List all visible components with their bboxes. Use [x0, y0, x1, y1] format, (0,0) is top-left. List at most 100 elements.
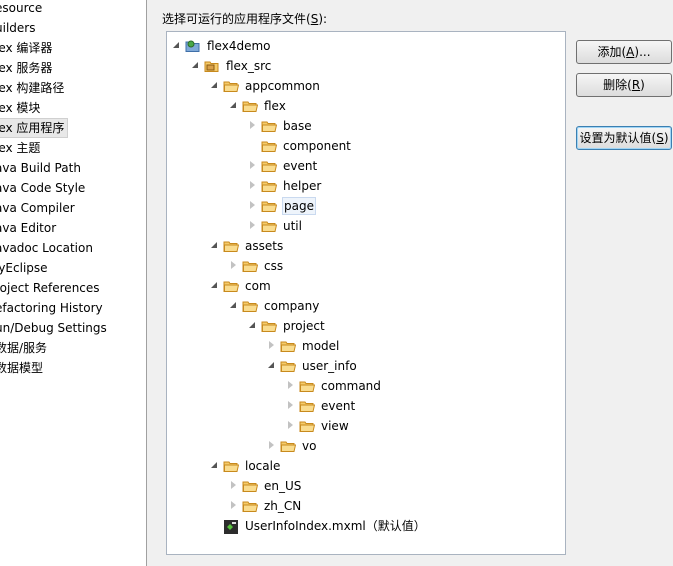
tree-node[interactable]: event: [167, 396, 565, 416]
collapse-arrow-icon[interactable]: [249, 322, 256, 329]
tree-node[interactable]: assets: [167, 236, 565, 256]
tree-node[interactable]: project: [167, 316, 565, 336]
collapse-arrow-icon[interactable]: [230, 102, 237, 109]
expand-arrow-icon[interactable]: [249, 221, 256, 229]
folder-icon: [223, 459, 240, 473]
category-item[interactable]: lex 构建路径: [0, 79, 67, 97]
tree-node-label[interactable]: project: [282, 318, 326, 334]
tree-node-label[interactable]: UserInfoIndex.mxml（默认值）: [244, 518, 427, 534]
tree-node[interactable]: UserInfoIndex.mxml（默认值）: [167, 516, 565, 536]
expand-arrow-icon[interactable]: [268, 441, 275, 449]
tree-node[interactable]: base: [167, 116, 565, 136]
tree-node-label[interactable]: vo: [301, 438, 317, 454]
tree-node-label[interactable]: helper: [282, 178, 322, 194]
expand-arrow-icon[interactable]: [287, 401, 294, 409]
tree-node[interactable]: view: [167, 416, 565, 436]
remove-button[interactable]: 删除(R): [576, 73, 672, 97]
collapse-arrow-icon[interactable]: [268, 362, 275, 369]
tree-node-label[interactable]: appcommon: [244, 78, 321, 94]
tree-node-label[interactable]: user_info: [301, 358, 358, 374]
tree-node[interactable]: zh_CN: [167, 496, 565, 516]
tree-node-label[interactable]: en_US: [263, 478, 302, 494]
tree-node[interactable]: util: [167, 216, 565, 236]
category-item[interactable]: ava Compiler: [0, 199, 78, 217]
tree-node-label[interactable]: assets: [244, 238, 284, 254]
tree-node-label[interactable]: event: [282, 158, 318, 174]
collapse-arrow-icon[interactable]: [173, 42, 180, 49]
tree-node[interactable]: flex_src: [167, 56, 565, 76]
add-button[interactable]: 添加(A)...: [576, 40, 672, 64]
tree-node[interactable]: appcommon: [167, 76, 565, 96]
category-list[interactable]: esource uilders lex 编译器 lex 服务器 lex 构建路径 lex …: [0, 0, 147, 566]
tree-node[interactable]: flex: [167, 96, 565, 116]
expand-arrow-icon[interactable]: [268, 341, 275, 349]
tree-node-label[interactable]: flex: [263, 98, 287, 114]
collapse-arrow-icon[interactable]: [192, 62, 199, 69]
tree-node[interactable]: page: [167, 196, 565, 216]
tree-node[interactable]: model: [167, 336, 565, 356]
category-item[interactable]: avadoc Location: [0, 239, 96, 257]
tree-node-label[interactable]: company: [263, 298, 320, 314]
folder-icon: [261, 179, 278, 193]
tree-node-label[interactable]: base: [282, 118, 313, 134]
application-file-tree[interactable]: flex4demo flex_src appcommon flex base compon…: [166, 31, 566, 555]
tree-node-label[interactable]: flex4demo: [206, 38, 272, 54]
category-item[interactable]: lex 编译器: [0, 39, 55, 57]
tree-node-label[interactable]: locale: [244, 458, 281, 474]
expand-arrow-icon[interactable]: [249, 201, 256, 209]
tree-node[interactable]: css: [167, 256, 565, 276]
tree-node[interactable]: component: [167, 136, 565, 156]
expand-arrow-icon[interactable]: [249, 181, 256, 189]
tree-node-label[interactable]: command: [320, 378, 382, 394]
collapse-arrow-icon[interactable]: [211, 282, 218, 289]
tree-node[interactable]: com: [167, 276, 565, 296]
tree-node[interactable]: user_info: [167, 356, 565, 376]
tree-node[interactable]: vo: [167, 436, 565, 456]
collapse-arrow-icon[interactable]: [211, 462, 218, 469]
tree-node-label[interactable]: page: [282, 197, 316, 215]
tree-node-label[interactable]: event: [320, 398, 356, 414]
tree-node-label[interactable]: flex_src: [225, 58, 272, 74]
tree-node[interactable]: helper: [167, 176, 565, 196]
category-item[interactable]: ava Build Path: [0, 159, 84, 177]
tree-node-label[interactable]: com: [244, 278, 272, 294]
expand-arrow-icon[interactable]: [230, 481, 237, 489]
category-item[interactable]: lex 模块: [0, 99, 43, 117]
expand-arrow-icon[interactable]: [230, 261, 237, 269]
category-item[interactable]: un/Debug Settings: [0, 319, 110, 337]
category-item[interactable]: lyEclipse: [0, 259, 51, 277]
tree-node-label[interactable]: model: [301, 338, 340, 354]
tree-node-label[interactable]: zh_CN: [263, 498, 302, 514]
collapse-arrow-icon[interactable]: [211, 82, 218, 89]
collapse-arrow-icon[interactable]: [230, 302, 237, 309]
expand-arrow-icon[interactable]: [249, 161, 256, 169]
category-item[interactable]: lex 应用程序: [0, 118, 69, 138]
tree-node[interactable]: event: [167, 156, 565, 176]
category-item[interactable]: uilders: [0, 19, 38, 37]
expand-arrow-icon[interactable]: [230, 501, 237, 509]
tree-node[interactable]: command: [167, 376, 565, 396]
expand-arrow-icon[interactable]: [287, 421, 294, 429]
category-item[interactable]: lex 服务器: [0, 59, 55, 77]
category-item[interactable]: ava Code Style: [0, 179, 88, 197]
expand-arrow-icon[interactable]: [287, 381, 294, 389]
category-item[interactable]: esource: [0, 0, 45, 17]
tree-node[interactable]: locale: [167, 456, 565, 476]
folder-icon: [299, 399, 316, 413]
set-default-button[interactable]: 设置为默认值(S): [576, 126, 672, 150]
category-item[interactable]: 数据/服务: [0, 339, 50, 357]
tree-node-label[interactable]: component: [282, 138, 352, 154]
tree-node-label[interactable]: util: [282, 218, 303, 234]
category-item[interactable]: ava Editor: [0, 219, 59, 237]
tree-node[interactable]: flex4demo: [167, 36, 565, 56]
category-item[interactable]: efactoring History: [0, 299, 106, 317]
category-item[interactable]: 数据模型: [0, 359, 46, 377]
expand-arrow-icon[interactable]: [249, 121, 256, 129]
collapse-arrow-icon[interactable]: [211, 242, 218, 249]
tree-node[interactable]: company: [167, 296, 565, 316]
category-item[interactable]: roject References: [0, 279, 103, 297]
tree-node-label[interactable]: css: [263, 258, 284, 274]
tree-node[interactable]: en_US: [167, 476, 565, 496]
tree-node-label[interactable]: view: [320, 418, 350, 434]
category-item[interactable]: lex 主题: [0, 139, 43, 157]
